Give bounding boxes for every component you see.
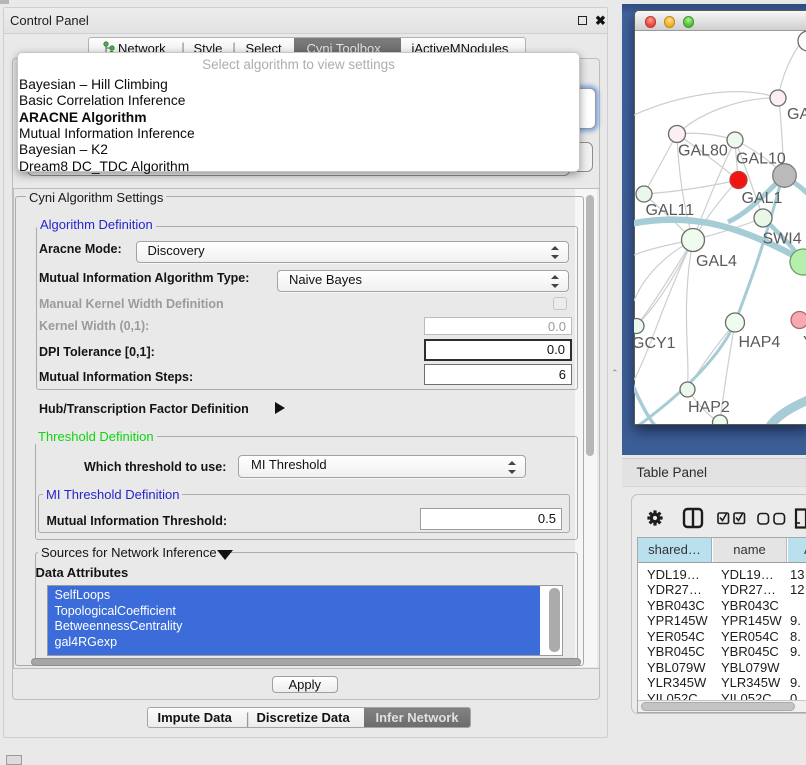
svg-text:GAL80: GAL80 bbox=[678, 143, 728, 160]
svg-text:GAL4: GAL4 bbox=[696, 253, 737, 270]
svg-text:GAL10: GAL10 bbox=[736, 151, 786, 168]
svg-text:HAP4: HAP4 bbox=[739, 334, 781, 351]
svg-text:HAP2: HAP2 bbox=[688, 399, 730, 416]
svg-text:GAL: GAL bbox=[787, 106, 806, 123]
svg-text:GCY1: GCY1 bbox=[634, 335, 676, 352]
svg-text:SWI4: SWI4 bbox=[763, 231, 802, 248]
svg-text:GAL11: GAL11 bbox=[646, 202, 695, 219]
svg-text:GAL1: GAL1 bbox=[742, 190, 783, 207]
